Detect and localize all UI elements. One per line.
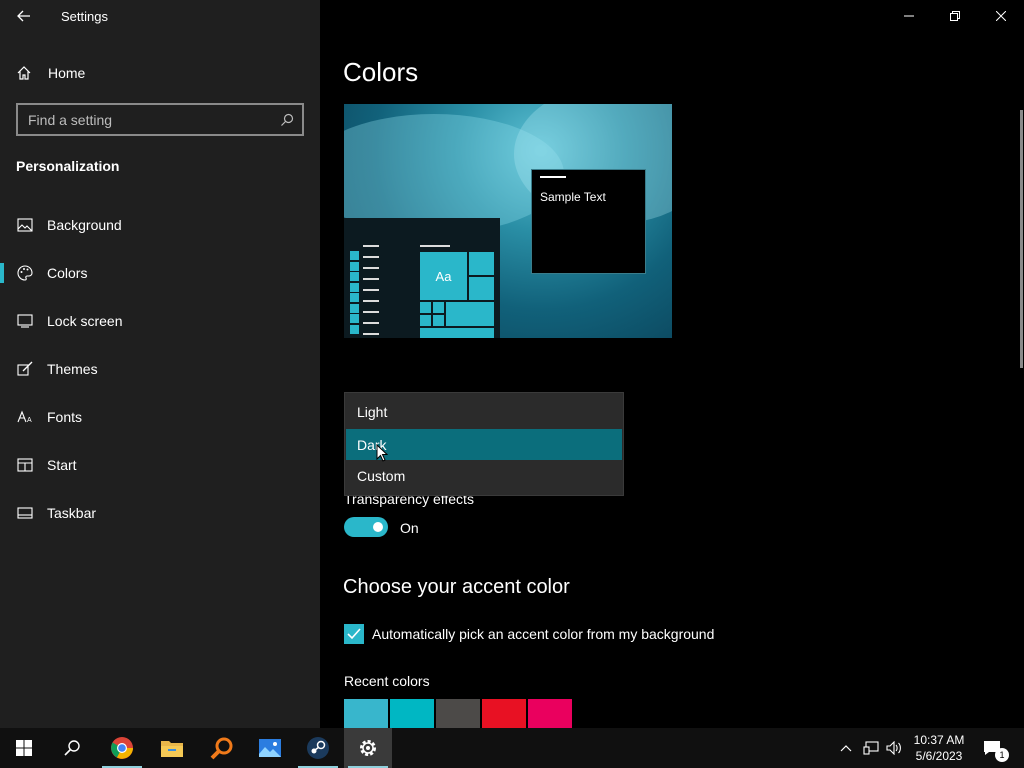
- color-swatch[interactable]: [390, 699, 434, 728]
- search-icon: [64, 740, 80, 756]
- taskbar-icon: [16, 504, 34, 522]
- network-button[interactable]: [860, 728, 882, 768]
- color-swatch[interactable]: [482, 699, 526, 728]
- title-bar: Settings: [0, 0, 320, 32]
- network-icon: [863, 741, 879, 755]
- chrome-button[interactable]: [98, 728, 146, 768]
- sidebar-item-label: Colors: [47, 265, 88, 281]
- accent-heading: Choose your accent color: [343, 576, 570, 598]
- search-icon[interactable]: [272, 105, 302, 134]
- clock-time: 10:37 AM: [913, 733, 965, 747]
- sidebar-item-lock-screen[interactable]: Lock screen: [0, 297, 320, 345]
- search-box[interactable]: [16, 103, 304, 136]
- sidebar-item-label: Fonts: [47, 409, 83, 425]
- settings-button[interactable]: [344, 728, 392, 768]
- scrollbar[interactable]: [1020, 110, 1023, 368]
- sidebar-item-colors[interactable]: Colors: [0, 249, 320, 297]
- nav-home-label: Home: [48, 65, 86, 81]
- section-label: Personalization: [16, 158, 120, 174]
- auto-accent-checkbox[interactable]: [344, 624, 364, 644]
- color-swatch[interactable]: [436, 699, 480, 728]
- close-icon: [996, 11, 1006, 21]
- sidebar-item-background[interactable]: Background: [0, 201, 320, 249]
- main-content: Colors Aa Sample Text Transparency effec…: [320, 0, 1024, 728]
- chevron-up-icon: [840, 745, 852, 752]
- checkmark-icon: [347, 628, 361, 640]
- font-icon: A: [16, 408, 34, 426]
- sidebar-item-label: Taskbar: [47, 505, 97, 521]
- magnifier-app-icon: [210, 737, 233, 760]
- auto-accent-label: Automatically pick an accent color from …: [372, 626, 715, 642]
- lock-screen-icon: [16, 312, 34, 330]
- preview-sample-window: Sample Text: [531, 169, 646, 274]
- transparency-state: On: [400, 520, 419, 536]
- settings-gear-icon: [360, 740, 376, 756]
- taskbar-search-button[interactable]: [48, 728, 96, 768]
- recent-colors: [344, 699, 572, 728]
- dropdown-option-light[interactable]: Light: [346, 396, 622, 427]
- notification-badge: 1: [995, 748, 1009, 762]
- dropdown-option-custom[interactable]: Custom: [346, 460, 622, 491]
- chrome-icon: [111, 737, 133, 759]
- steam-button[interactable]: [294, 728, 342, 768]
- sidebar: Settings Home Personalization Background…: [0, 0, 320, 728]
- preview-list-lines: [363, 245, 379, 338]
- sidebar-item-start[interactable]: Start: [0, 441, 320, 489]
- brush-icon: [16, 360, 34, 378]
- steam-icon: [307, 737, 329, 759]
- sidebar-item-fonts[interactable]: A Fonts: [0, 393, 320, 441]
- image-icon: [16, 216, 34, 234]
- app-title: Settings: [61, 9, 108, 24]
- minimize-button[interactable]: [886, 0, 932, 32]
- nav-home[interactable]: Home: [0, 58, 320, 88]
- back-button[interactable]: [10, 4, 38, 28]
- preview-tile-column: [350, 251, 359, 335]
- preview-tiles-grid: Aa: [420, 252, 494, 338]
- taskbar-clock[interactable]: 10:37 AM 5/6/2023: [905, 732, 973, 764]
- restore-icon: [950, 11, 960, 21]
- mouse-cursor-icon: [376, 444, 388, 462]
- recent-colors-label: Recent colors: [344, 673, 430, 689]
- tray-overflow-button[interactable]: [836, 728, 856, 768]
- sidebar-item-label: Lock screen: [47, 313, 123, 329]
- minimize-icon: [904, 15, 914, 17]
- back-arrow-icon: [17, 10, 30, 22]
- taskbar: 10:37 AM 5/6/2023 1: [0, 728, 1024, 768]
- preview-tile-text: Aa: [435, 268, 452, 284]
- start-button[interactable]: [0, 728, 48, 768]
- file-explorer-button[interactable]: [148, 728, 196, 768]
- start-icon: [16, 740, 32, 756]
- restore-button[interactable]: [932, 0, 978, 32]
- volume-icon: [886, 741, 901, 755]
- close-button[interactable]: [978, 0, 1024, 32]
- theme-preview: Aa Sample Text: [344, 104, 672, 338]
- transparency-toggle[interactable]: [344, 517, 388, 537]
- palette-icon: [16, 264, 34, 282]
- color-swatch[interactable]: [344, 699, 388, 728]
- volume-button[interactable]: [884, 728, 904, 768]
- clock-date: 5/6/2023: [915, 749, 963, 763]
- file-explorer-icon: [161, 741, 183, 757]
- sidebar-item-taskbar[interactable]: Taskbar: [0, 489, 320, 537]
- color-swatch[interactable]: [528, 699, 572, 728]
- window-controls: [886, 0, 1024, 32]
- magnifier-app-button[interactable]: [198, 728, 246, 768]
- sidebar-item-label: Themes: [47, 361, 98, 377]
- search-input[interactable]: [18, 111, 272, 128]
- sidebar-item-label: Background: [47, 217, 122, 233]
- home-icon: [17, 66, 31, 80]
- nav-list: Background Colors Lock screen Themes A F…: [0, 201, 320, 537]
- sidebar-item-themes[interactable]: Themes: [0, 345, 320, 393]
- preview-sample-text: Sample Text: [540, 190, 606, 204]
- svg-text:A: A: [27, 417, 32, 424]
- start-layout-icon: [16, 456, 34, 474]
- sidebar-item-label: Start: [47, 457, 77, 473]
- photos-icon: [259, 739, 281, 757]
- page-title: Colors: [343, 57, 419, 87]
- photos-button[interactable]: [246, 728, 294, 768]
